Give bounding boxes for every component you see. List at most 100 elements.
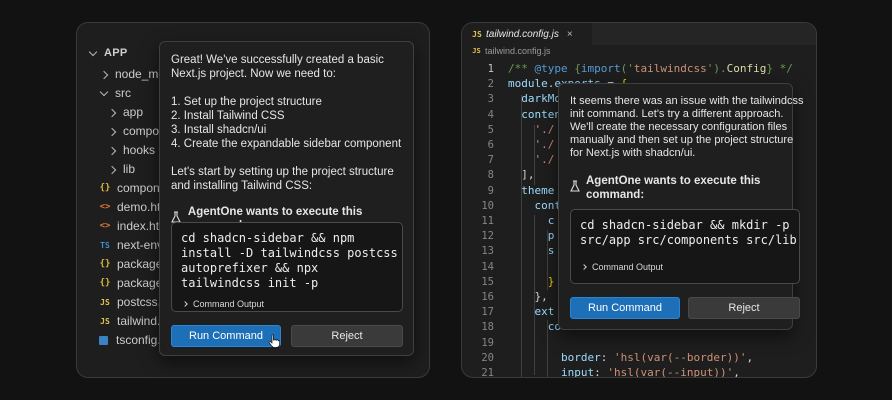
code-token: input [560,366,595,378]
code-token: './ [534,122,555,136]
explorer-item[interactable]: app [107,103,144,122]
message-line: We'll create the necessary configuration… [570,121,788,133]
code-line: 10 cont [462,198,561,213]
code-token: conten [521,107,561,121]
code-token: border [560,350,601,364]
explorer-item-label: hooks [123,143,156,157]
breadcrumb-file[interactable]: tailwind.config.js [485,46,551,56]
code-line: 14 [462,259,508,274]
line-number: 15 [481,275,494,288]
command-line: cd shadcn-sidebar && mkdir -p [580,218,790,232]
explorer-item-label: lib [123,162,136,176]
explorer-item[interactable]: src [99,84,131,103]
chevron-right-icon [107,146,117,155]
explorer-item[interactable]: JS tailwind. [99,312,160,331]
code-token: (' [620,62,634,75]
tab-bar: JS tailwind.config.js × [462,23,816,45]
code-line: 18 co [462,319,561,334]
line-number: 2 [487,78,494,91]
chevron-right-icon [99,70,109,79]
agent-message-panel: Great! We've successfully created a basi… [159,41,414,356]
explorer-item[interactable]: node_mo [99,65,165,84]
explorer-item[interactable]: <> demo.htr [99,198,165,217]
explorer-section-app[interactable]: APP [88,44,128,63]
step-item: 4. Create the expandable sidebar compone… [171,138,402,150]
explorer-item[interactable]: <> index.htr [99,217,163,236]
command-output-label: Command Output [193,299,265,309]
command-line: autoprefixer && npx [181,261,319,275]
command-box: cd shadcn-sidebar && mkdir -p src/app sr… [570,209,800,284]
code-line: 7 './ [462,152,555,167]
json-file-icon: {} [99,278,111,288]
code-line: 20 border: 'hsl(var(--border))', [462,350,753,365]
code-token: } */ [766,62,793,75]
line-number: 18 [481,321,494,334]
explorer-item[interactable]: lib [107,160,136,179]
chevron-down-icon [88,47,98,56]
code-token: c [547,214,555,227]
chevron-right-icon [107,165,117,174]
explorer-item-label: tailwind. [117,314,161,328]
run-command-button[interactable]: Run Command [171,325,281,347]
message-line: and installing Tailwind CSS: [171,180,313,192]
explorer-item-label: compo [123,124,160,138]
explorer-item[interactable]: hooks [107,141,156,160]
explorer-item[interactable]: compo [107,122,160,141]
line-number: 3 [487,93,494,106]
code-token: : [600,350,614,364]
js-file-icon: JS [100,298,110,307]
code-token: 'hsl(var(--border))' [613,350,747,364]
explorer-item[interactable]: {} compone [99,179,167,198]
code-token: ], [521,168,535,182]
command-line: tailwindcss init -p [181,276,319,290]
ts-file-icon: TS [100,241,110,250]
reject-button[interactable]: Reject [291,325,403,347]
explorer-item-label: src [115,86,131,100]
line-number: 4 [487,108,494,121]
explorer-item[interactable]: JS postcss. [99,293,161,312]
line-number: 8 [487,169,494,182]
code-token: './ [534,138,555,151]
step-item: 1. Set up the project structure [171,96,322,108]
line-number: 7 [487,154,494,167]
explorer-item[interactable]: tsconfig.j [99,331,163,350]
agent-message-panel: It seems there was an issue with the tai… [558,83,804,330]
line-number: 20 [481,351,494,364]
execute-label: AgentOne wants to execute this command: [586,175,761,201]
message-line: Next.js project. Now we need to: [171,68,336,80]
command-output-label: Command Output [592,262,664,272]
code-line: 12 p [462,228,554,243]
code-token: /** [508,62,535,75]
line-number: 13 [481,245,494,258]
code-token: theme [521,183,555,197]
command-output-toggle[interactable]: Command Output [181,297,393,311]
line-number: 11 [481,215,494,227]
message-line: manually and then set up the project str… [570,134,794,146]
reject-button[interactable]: Reject [688,297,800,319]
code-token: darkMo [521,92,561,106]
command-output-toggle[interactable]: Command Output [580,260,790,274]
explorer-item[interactable]: {} package [99,255,163,274]
close-icon[interactable]: × [567,29,573,40]
code-token: Config [726,62,767,75]
explorer-item[interactable]: TS next-env [99,236,163,255]
explorer-item[interactable]: {} package [99,274,163,293]
left-editor-window: APP node_mo src app compo hooks lib{} compone <… [76,22,430,378]
flask-icon [570,180,580,196]
code-token: : [594,366,608,378]
run-command-button[interactable]: Run Command [570,297,680,319]
explorer-item-label: app [123,105,144,119]
tab-tailwind-config[interactable]: JS tailwind.config.js × [462,23,592,45]
code-line: 13 s [462,243,554,258]
chevron-right-icon [581,264,587,270]
line-number: 12 [481,230,494,243]
